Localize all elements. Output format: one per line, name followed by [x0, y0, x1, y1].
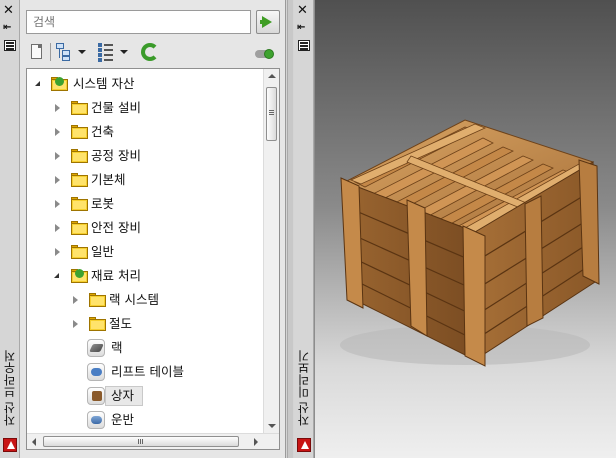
tree-node-system-assets[interactable]: 시스템 자산 [27, 73, 263, 95]
new-asset-icon[interactable] [28, 42, 46, 62]
tree-node-label: 리프트 테이블 [111, 364, 184, 379]
scroll-left-icon[interactable] [32, 438, 36, 446]
tree-vertical-scrollbar[interactable] [263, 69, 279, 433]
tree-node-label: 재료 처리 [91, 268, 141, 283]
conveyor-asset-icon [87, 411, 105, 429]
wooden-crate-preview-icon [340, 119, 600, 367]
palette-title: 자산 브라우저 [3, 350, 17, 426]
asset-tree: 시스템 자산 건물 설비 건축 공정 장비 기본체 로봇 안전 장비 일반 재료… [26, 68, 280, 450]
box-asset-icon [87, 387, 105, 405]
folder-icon [71, 221, 88, 235]
tree-view-icon[interactable] [56, 42, 88, 62]
search-input[interactable] [27, 11, 250, 33]
tree-node-robots[interactable]: 로봇 [27, 193, 263, 215]
expand-arrow-icon[interactable] [54, 273, 59, 278]
tree-node-box[interactable]: 상자 [27, 385, 263, 407]
tree-node-label: 건물 설비 [91, 100, 141, 115]
tree-node-label: 운반 [111, 412, 135, 427]
palette-divider [287, 0, 293, 458]
scroll-thumb[interactable] [43, 436, 239, 447]
tree-node-process-equipment[interactable]: 공정 장비 [27, 145, 263, 167]
folder-icon [71, 149, 88, 163]
tree-node-label: 절도 [109, 316, 133, 331]
asset-browser-panel: 시스템 자산 건물 설비 건축 공정 장비 기본체 로봇 [20, 0, 286, 458]
close-icon[interactable]: ✕ [3, 4, 14, 17]
tree-node-label: 랙 [111, 340, 123, 355]
chevron-down-icon[interactable] [120, 50, 128, 54]
folder-icon [71, 197, 88, 211]
tree-node-material-handling[interactable]: 재료 처리 [27, 265, 263, 287]
tree-node-safety-equipment[interactable]: 안전 장비 [27, 217, 263, 239]
expand-arrow-icon[interactable] [55, 248, 60, 256]
tree-node-primitives[interactable]: 기본체 [27, 169, 263, 191]
palette-menu-icon[interactable] [4, 40, 16, 51]
chevron-down-icon[interactable] [78, 50, 86, 54]
tree-node-label: 랙 시스템 [109, 292, 159, 307]
tree-node-label: 일반 [91, 244, 115, 259]
expand-arrow-icon[interactable] [55, 128, 60, 136]
autocad-logo-icon[interactable] [3, 438, 17, 452]
asset-browser-title-bar: ✕ ⇤ 자산 브라우저 [0, 0, 20, 458]
tree-node-label: 상자 [111, 388, 135, 403]
tree-node-label: 공정 장비 [91, 148, 141, 163]
palette-title: 자산 미리보기 [297, 350, 311, 426]
toolbar-separator [50, 43, 51, 61]
tree-node-label: 로봇 [91, 196, 115, 211]
catalog-status-icon[interactable] [254, 42, 276, 62]
scroll-up-icon[interactable] [268, 74, 276, 78]
autocad-logo-icon[interactable] [297, 438, 311, 452]
folder-open-icon [71, 269, 88, 283]
expand-arrow-icon[interactable] [55, 200, 60, 208]
tree-node-lift-table[interactable]: 리프트 테이블 [27, 361, 263, 383]
folder-icon [71, 125, 88, 139]
tree-node-building-services[interactable]: 건물 설비 [27, 97, 263, 119]
expand-arrow-icon[interactable] [35, 81, 40, 86]
folder-icon [71, 173, 88, 187]
tree-node-label: 건축 [91, 124, 115, 139]
tree-node-conveyor[interactable]: 운반 [27, 409, 263, 431]
close-icon[interactable]: ✕ [297, 4, 308, 17]
tree-node-label: 안전 장비 [91, 220, 141, 235]
scroll-right-icon[interactable] [254, 438, 258, 446]
expand-arrow-icon[interactable] [55, 152, 60, 160]
scroll-down-icon[interactable] [268, 424, 276, 428]
folder-icon [71, 245, 88, 259]
expand-arrow-icon[interactable] [55, 224, 60, 232]
lift-table-asset-icon [87, 363, 105, 381]
asset-preview-viewport[interactable] [314, 0, 616, 458]
palette-menu-icon[interactable] [298, 40, 310, 51]
pin-icon[interactable]: ⇤ [297, 22, 311, 34]
search-box[interactable] [26, 10, 251, 34]
scroll-thumb[interactable] [266, 87, 277, 141]
folder-icon [89, 317, 106, 331]
tree-node-rack-systems[interactable]: 랙 시스템 [27, 289, 263, 311]
folder-open-icon [51, 77, 68, 91]
tree-node-steel[interactable]: 절도 [27, 313, 263, 335]
refresh-icon[interactable] [140, 42, 160, 62]
folder-icon [71, 101, 88, 115]
asset-preview-title-bar: ✕ ⇤ 자산 미리보기 [294, 0, 314, 458]
rack-asset-icon [87, 339, 105, 357]
expand-arrow-icon[interactable] [55, 104, 60, 112]
tree-node-rack[interactable]: 랙 [27, 337, 263, 359]
list-view-icon[interactable] [98, 42, 130, 62]
expand-arrow-icon[interactable] [73, 320, 78, 328]
folder-icon [89, 293, 106, 307]
tree-node-label: 시스템 자산 [73, 76, 135, 91]
pin-icon[interactable]: ⇤ [3, 22, 17, 34]
tree-horizontal-scrollbar[interactable] [27, 433, 279, 449]
search-go-button[interactable] [256, 10, 280, 34]
tree-node-architecture[interactable]: 건축 [27, 121, 263, 143]
expand-arrow-icon[interactable] [73, 296, 78, 304]
tree-node-general[interactable]: 일반 [27, 241, 263, 263]
browser-toolbar [26, 40, 280, 64]
expand-arrow-icon[interactable] [55, 176, 60, 184]
tree-node-label: 기본체 [91, 172, 126, 187]
